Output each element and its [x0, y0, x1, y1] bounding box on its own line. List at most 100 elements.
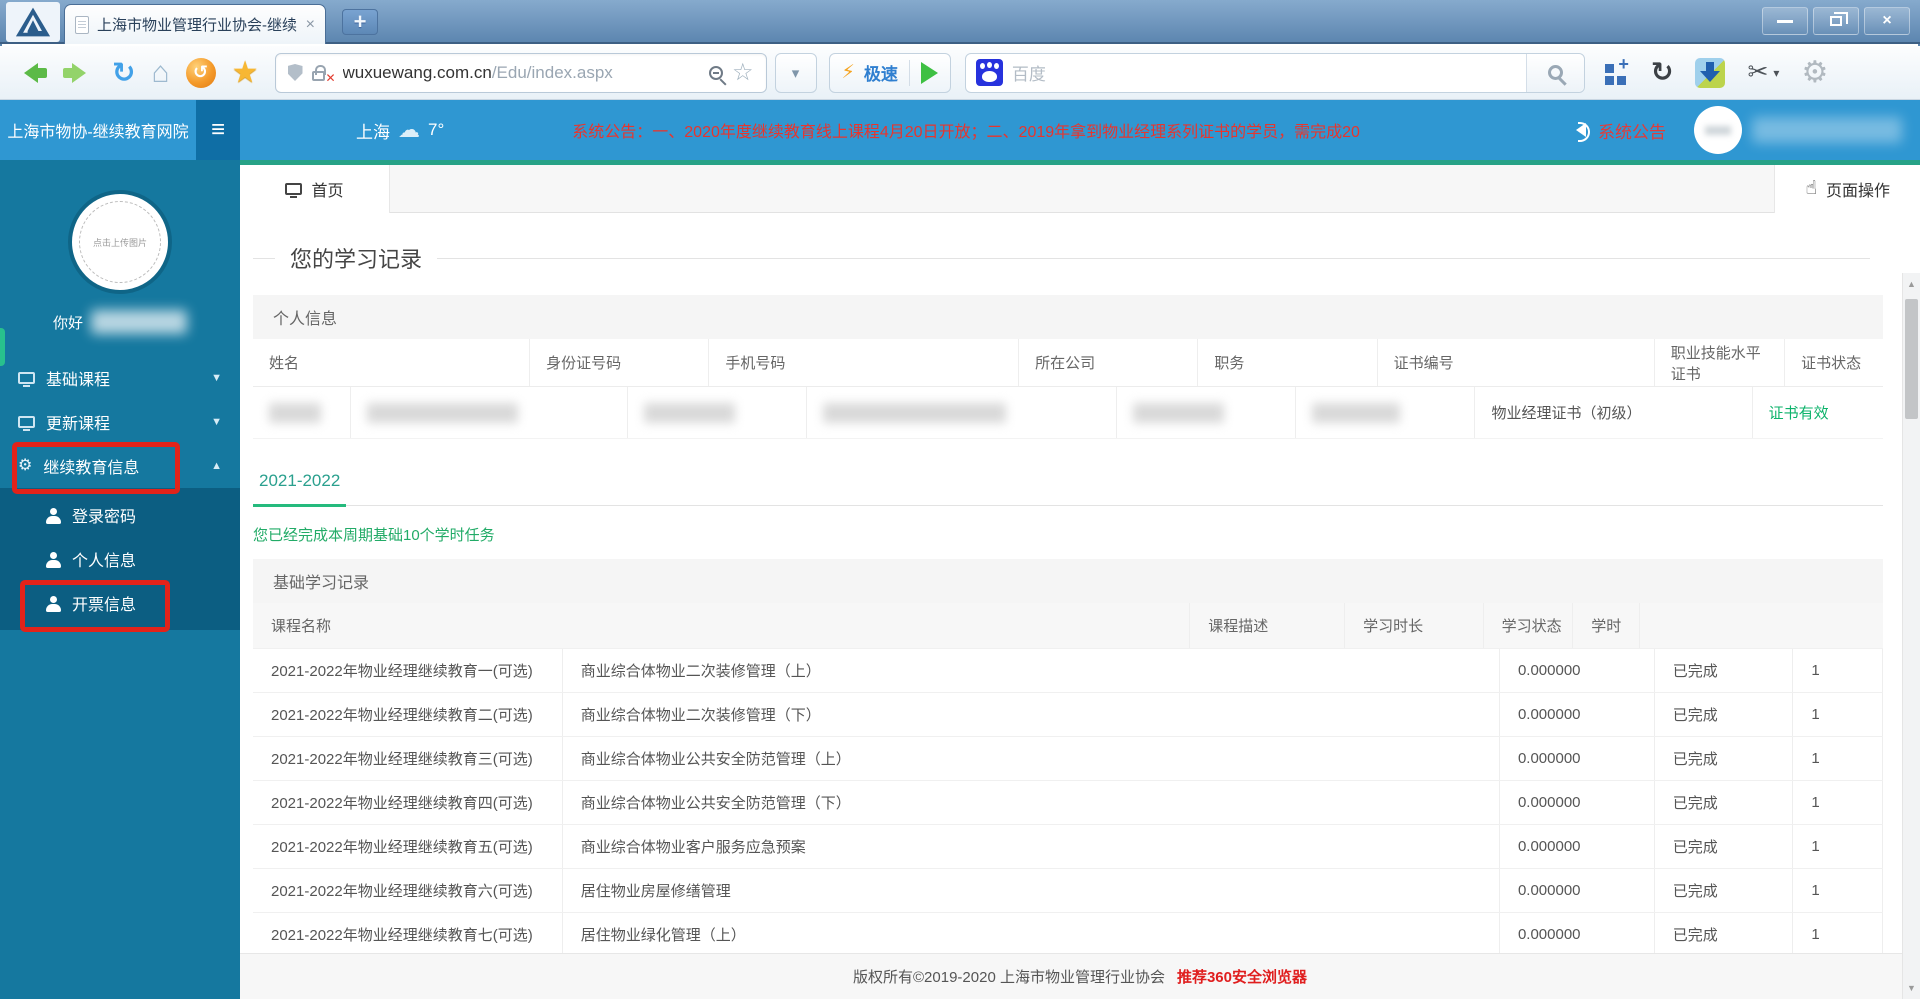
column-header: 手机号码 [709, 339, 1020, 386]
download-icon[interactable] [1695, 57, 1726, 88]
sidebar-submenu: 登录密码 个人信息 开票信息 [0, 488, 240, 630]
go-play-icon[interactable] [920, 61, 938, 84]
page-title-row: 您的学习记录 [253, 243, 1870, 273]
scroll-down-arrow[interactable]: ▼ [1903, 979, 1920, 997]
user-menu[interactable] [1694, 106, 1902, 154]
system-notice-button[interactable]: 系统公告 [1569, 118, 1666, 143]
scrollbar-thumb[interactable] [1905, 299, 1918, 419]
cell-duration: 0.000000 [1500, 825, 1655, 868]
column-header: 课程描述 [1190, 603, 1346, 648]
tab-2021-2022[interactable]: 2021-2022 [253, 465, 347, 507]
sidebar-toggle-button[interactable]: ≡ [196, 100, 240, 160]
search-icon [1547, 65, 1563, 80]
course-table-rows: 2021-2022年物业经理继续教育一(可选) 商业综合体物业二次装修管理（上）… [253, 649, 1883, 957]
column-header: 学时 [1573, 603, 1641, 648]
home-icon[interactable]: ⌂ [151, 57, 169, 88]
page-body: 您的学习记录 个人信息 姓名 身份证号码 手机号码 所在公司 职务 证书编号 职业技能水平证… [240, 219, 1920, 999]
personal-info-value-row: 物业经理证书（初级） 证书有效 [253, 387, 1883, 439]
cell-course-desc: 商业综合体物业二次装修管理（下） [563, 693, 1500, 736]
address-dropdown-button[interactable]: ▾ [774, 52, 817, 93]
bookmark-star-icon[interactable]: ☆ [732, 60, 754, 85]
cell-course-desc: 商业综合体物业公共安全防范管理（上） [563, 737, 1500, 780]
cell-duration: 0.000000 [1500, 737, 1655, 780]
cell-course-name: 2021-2022年物业经理继续教育四(可选) [253, 781, 563, 824]
speed-mode-button[interactable]: ⚡ 极速 [828, 52, 951, 93]
sidebar-item-basic-courses[interactable]: 基础课程 ▼ [0, 356, 240, 400]
close-button[interactable]: × [1864, 7, 1910, 35]
user-avatar[interactable] [1694, 106, 1742, 154]
table-row: 2021-2022年物业经理继续教育二(可选) 商业综合体物业二次装修管理（下）… [253, 693, 1883, 737]
browser-tab[interactable]: 上海市物业管理行业协会-继续 × [64, 4, 326, 44]
scroll-up-arrow[interactable]: ▲ [1903, 275, 1920, 293]
profile-avatar-upload[interactable]: 点击上传图片 [68, 190, 172, 294]
personal-info-header-row: 姓名 身份证号码 手机号码 所在公司 职务 证书编号 职业技能水平证书 证书状态 [253, 339, 1883, 387]
apps-grid-icon[interactable] [1604, 54, 1629, 85]
cell-hours: 1 [1793, 737, 1883, 780]
sidebar-item-update-courses[interactable]: 更新课程 ▼ [0, 400, 240, 444]
cell-duration: 0.000000 [1500, 693, 1655, 736]
browser-titlebar: 上海市物业管理行业协会-继续 × + × [0, 0, 1920, 44]
browser-window: 上海市物业管理行业协会-继续 × + × ↻ ⌂ ↺ ★ ✕ wuxuewang… [0, 0, 1920, 999]
minimize-button[interactable] [1762, 7, 1808, 35]
sync-icon[interactable]: ↻ [1651, 59, 1674, 86]
screenshot-button[interactable]: ✂ ▾ [1747, 60, 1779, 85]
sidebar-item-continuing-education[interactable]: ⚙ 继续教育信息 ▲ [0, 444, 240, 488]
tab-home[interactable]: 首页 [240, 165, 390, 213]
forward-button[interactable] [63, 62, 96, 83]
cell-cert-name: 物业经理证书（初级） [1475, 387, 1753, 438]
cell-status: 已完成 [1655, 737, 1794, 780]
address-bar[interactable]: ✕ wuxuewang.com.cn/Edu/index.aspx ☆ [274, 52, 767, 93]
search-button[interactable] [1525, 53, 1584, 92]
site-safety-icon[interactable] [287, 64, 303, 81]
cell-duration: 0.000000 [1500, 649, 1655, 692]
tab-close-icon[interactable]: × [306, 16, 315, 33]
sidebar-item-login-password[interactable]: 登录密码 [0, 493, 240, 537]
restore-button[interactable] [1813, 7, 1859, 35]
favorites-star-icon[interactable]: ★ [232, 57, 259, 88]
sidebar-item-personal-info[interactable]: 个人信息 [0, 537, 240, 581]
greeting-text: 你好 [52, 314, 83, 332]
cell-status: 已完成 [1655, 913, 1794, 956]
new-tab-button[interactable]: + [342, 9, 378, 35]
refresh-icon[interactable]: ↻ [112, 58, 135, 87]
session-restore-icon[interactable]: ↺ [185, 57, 216, 88]
zoom-out-icon[interactable] [708, 65, 723, 80]
person-icon [46, 595, 61, 612]
browser-logo-icon[interactable] [6, 2, 60, 42]
page-icon [75, 15, 89, 34]
table-row: 2021-2022年物业经理继续教育一(可选) 商业综合体物业二次装修管理（上）… [253, 649, 1883, 693]
column-header: 课程名称 [253, 603, 1191, 648]
minimize-icon [1777, 19, 1793, 23]
speaker-icon [1569, 122, 1590, 142]
page-operations-button[interactable]: ☝ 页面操作 [1774, 165, 1920, 213]
back-button[interactable] [14, 62, 47, 83]
site-brand: 上海市物协-继续教育网院 [7, 124, 189, 141]
cell-status: 已完成 [1655, 649, 1794, 692]
chevron-up-icon: ▲ [211, 460, 222, 472]
sidebar-item-label: 继续教育信息 [43, 460, 140, 477]
weather-city: 上海 [356, 122, 390, 142]
baidu-search-box[interactable]: 百度 [964, 52, 1585, 93]
cell-status: 已完成 [1655, 781, 1794, 824]
edge-accent [0, 328, 5, 366]
url-text[interactable]: wuxuewang.com.cn/Edu/index.aspx [343, 63, 700, 83]
baidu-logo-icon [975, 59, 1003, 86]
browser-toolbar: ↻ ⌂ ↺ ★ ✕ wuxuewang.com.cn/Edu/index.asp… [0, 46, 1920, 100]
column-header: 所在公司 [1019, 339, 1199, 386]
url-path: /Edu/index.aspx [491, 62, 613, 82]
cell-duration: 0.000000 [1500, 869, 1655, 912]
sidebar-item-invoice-info[interactable]: 开票信息 [0, 581, 240, 625]
monitor-icon [18, 416, 35, 431]
cell-course-name: 2021-2022年物业经理继续教育五(可选) [253, 825, 563, 868]
vertical-scrollbar[interactable]: ▲ ▼ [1902, 273, 1920, 999]
cell-course-desc: 居住物业房屋修缮管理 [563, 869, 1500, 912]
cell-status: 已完成 [1655, 869, 1794, 912]
settings-gear-icon[interactable]: ⚙ [1801, 57, 1828, 88]
screenshot-caret-icon: ▾ [1773, 65, 1780, 80]
column-header: 学习状态 [1484, 603, 1574, 648]
person-icon [46, 551, 61, 568]
cell-title-redacted [1117, 387, 1297, 438]
chevron-down-icon: ▼ [211, 372, 222, 384]
cell-id-redacted [351, 387, 628, 438]
cell-course-desc: 商业综合体物业二次装修管理（上） [563, 649, 1500, 692]
